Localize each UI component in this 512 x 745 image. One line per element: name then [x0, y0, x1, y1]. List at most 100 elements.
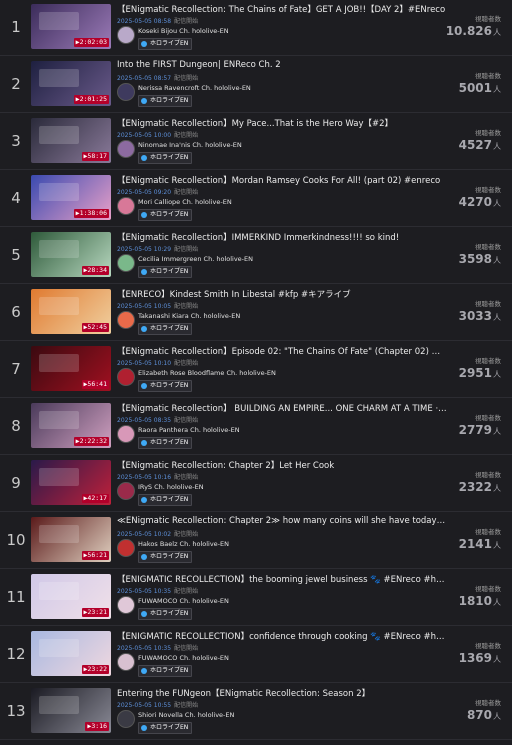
channel-avatar[interactable] [117, 26, 135, 44]
rank-number: 13 [6, 702, 26, 720]
channel-name[interactable]: IRyS Ch. hololive-EN [138, 483, 204, 491]
channel-name[interactable]: Mori Calliope Ch. hololive-EN [138, 198, 232, 206]
ranking-row[interactable]: 1 ▶2:02:03 【ENigmatic Recollection: The … [0, 0, 512, 56]
stream-thumbnail[interactable]: ▶42:17 [31, 460, 111, 505]
viewer-count: 1810人 [458, 594, 501, 608]
hololive-icon [141, 668, 147, 674]
channel-avatar[interactable] [117, 425, 135, 443]
start-label: 配信開始 [174, 702, 199, 709]
stream-thumbnail[interactable]: ▶56:41 [31, 346, 111, 391]
viewer-count: 3033人 [458, 309, 501, 323]
duration-badge: ▶56:21 [81, 551, 109, 560]
rank-number: 11 [6, 588, 26, 606]
hololive-icon [141, 611, 147, 617]
agency-badge: ホロライブEN [138, 38, 193, 50]
ranking-row[interactable]: 11 ▶23:21 【ENIGMATIC RECOLLECTION】the bo… [0, 570, 512, 626]
viewer-count: 3598人 [458, 252, 501, 266]
channel-avatar[interactable] [117, 311, 135, 329]
agency-badge: ホロライブEN [138, 266, 193, 278]
channel-avatar[interactable] [117, 539, 135, 557]
channel-avatar[interactable] [117, 197, 135, 215]
stream-title[interactable]: 【ENigmatic Recollection: The Chains of F… [117, 3, 447, 15]
channel-name[interactable]: Hakos Baelz Ch. hololive-EN [138, 540, 229, 548]
channel-avatar[interactable] [117, 482, 135, 500]
ranking-row[interactable]: 9 ▶42:17 【ENigmatic Recollection: Chapte… [0, 456, 512, 512]
stream-thumbnail[interactable]: ▶2:22:32 [31, 403, 111, 448]
channel-avatar[interactable] [117, 596, 135, 614]
channel-name[interactable]: Raora Panthera Ch. hololive-EN [138, 426, 240, 434]
stream-thumbnail[interactable]: ▶23:21 [31, 574, 111, 619]
channel-avatar[interactable] [117, 254, 135, 272]
viewers-label: 視聴者数 [475, 72, 501, 80]
hololive-icon [141, 497, 147, 503]
viewer-count: 2951人 [458, 366, 501, 380]
duration-badge: ▶52:45 [81, 323, 109, 332]
start-label: 配信開始 [174, 246, 199, 253]
ranking-row[interactable]: 10 ▶56:21 ≪ENigmatic Recollection: Chapt… [0, 513, 512, 569]
ranking-row[interactable]: 3 ▶58:17 【ENigmatic Recollection】My Pace… [0, 114, 512, 170]
stream-thumbnail[interactable]: ▶52:45 [31, 289, 111, 334]
viewers-label: 視聴者数 [475, 357, 501, 365]
ranking-row[interactable]: 6 ▶52:45 【ENRECO】Kindest Smith In Libest… [0, 285, 512, 341]
stream-title[interactable]: 【ENigmatic Recollection】 BUILDING AN EMP… [117, 402, 447, 414]
game-logo-icon [39, 525, 79, 543]
stream-thumbnail[interactable]: ▶58:17 [31, 118, 111, 163]
ranking-row[interactable]: 4 ▶1:38:06 【ENigmatic Recollection】Morda… [0, 171, 512, 227]
ranking-row[interactable]: 5 ▶28:34 【ENigmatic Recollection】IMMERKI… [0, 228, 512, 284]
stream-title[interactable]: 【ENigmatic Recollection: Chapter 2】Let H… [117, 459, 447, 471]
stream-title[interactable]: 【ENIGMATIC RECOLLECTION】the booming jewe… [117, 573, 447, 585]
stream-thumbnail[interactable]: ▶23:22 [31, 631, 111, 676]
hololive-icon [141, 269, 147, 275]
ranking-row[interactable]: 8 ▶2:22:32 【ENigmatic Recollection】 BUIL… [0, 399, 512, 455]
ranking-row[interactable]: 7 ▶56:41 【ENigmatic Recollection】Episode… [0, 342, 512, 398]
stream-title[interactable]: 【ENRECO】Kindest Smith In Libestal #kfp #… [117, 288, 447, 300]
stream-thumbnail[interactable]: ▶2:01:25 [31, 61, 111, 106]
channel-avatar[interactable] [117, 140, 135, 158]
stream-title[interactable]: ≪ENigmatic Recollection: Chapter 2≫ how … [117, 516, 447, 526]
game-logo-icon [39, 297, 79, 315]
game-logo-icon [39, 411, 79, 429]
channel-avatar[interactable] [117, 83, 135, 101]
ranking-row[interactable]: 13 ▶3:16 Entering the FUNgeon【ENigmatic … [0, 684, 512, 740]
channel-name[interactable]: Cecilia Immergreen Ch. hololive-EN [138, 255, 253, 263]
channel-name[interactable]: Takanashi Kiara Ch. hololive-EN [138, 312, 240, 320]
viewers-label: 視聴者数 [475, 642, 501, 650]
start-label: 配信開始 [174, 417, 199, 424]
start-label: 配信開始 [174, 588, 199, 595]
stream-thumbnail[interactable]: ▶3:16 [31, 688, 111, 733]
channel-name[interactable]: Koseki Bijou Ch. hololive-EN [138, 27, 229, 35]
start-label: 配信開始 [174, 18, 199, 25]
stream-title[interactable]: 【ENigmatic Recollection】My Pace...That i… [117, 117, 447, 129]
stream-thumbnail[interactable]: ▶56:21 [31, 517, 111, 562]
agency-badge: ホロライブEN [138, 608, 193, 620]
stream-thumbnail[interactable]: ▶28:34 [31, 232, 111, 277]
stream-title[interactable]: 【ENigmatic Recollection】Episode 02: "The… [117, 345, 447, 357]
channel-avatar[interactable] [117, 710, 135, 728]
hololive-icon [141, 554, 147, 560]
stream-title[interactable]: Into the FIRST Dungeon| ENReco Ch. 2 [117, 60, 447, 70]
channel-name[interactable]: FUWAMOCO Ch. hololive-EN [138, 597, 229, 605]
stream-title[interactable]: Entering the FUNgeon【ENigmatic Recollect… [117, 687, 447, 699]
channel-avatar[interactable] [117, 368, 135, 386]
channel-avatar[interactable] [117, 653, 135, 671]
start-label: 配信開始 [174, 189, 199, 196]
channel-name[interactable]: Ninomae Ina'nis Ch. hololive-EN [138, 141, 242, 149]
start-time: 2025-05-05 08:57 配信開始 [117, 75, 199, 82]
channel-name[interactable]: Nerissa Ravencroft Ch. hololive-EN [138, 84, 251, 92]
stream-thumbnail[interactable]: ▶2:02:03 [31, 4, 111, 49]
game-logo-icon [39, 126, 79, 144]
channel-name[interactable]: FUWAMOCO Ch. hololive-EN [138, 654, 229, 662]
stream-thumbnail[interactable]: ▶1:38:06 [31, 175, 111, 220]
ranking-row[interactable]: 2 ▶2:01:25 Into the FIRST Dungeon| ENRec… [0, 57, 512, 113]
viewers-label: 視聴者数 [475, 186, 501, 194]
hololive-icon [141, 155, 147, 161]
stream-title[interactable]: 【ENIGMATIC RECOLLECTION】confidence throu… [117, 630, 447, 642]
channel-name[interactable]: Shiori Novella Ch. hololive-EN [138, 711, 234, 719]
ranking-row[interactable]: 12 ▶23:22 【ENIGMATIC RECOLLECTION】confid… [0, 627, 512, 683]
viewer-count: 1369人 [458, 651, 501, 665]
rank-number: 6 [11, 303, 21, 321]
stream-title[interactable]: 【ENigmatic Recollection】IMMERKIND Immerk… [117, 231, 447, 243]
channel-name[interactable]: Elizabeth Rose Bloodflame Ch. hololive-E… [138, 369, 276, 377]
stream-title[interactable]: 【ENigmatic Recollection】Mordan Ramsey Co… [117, 174, 447, 186]
hololive-icon [141, 725, 147, 731]
